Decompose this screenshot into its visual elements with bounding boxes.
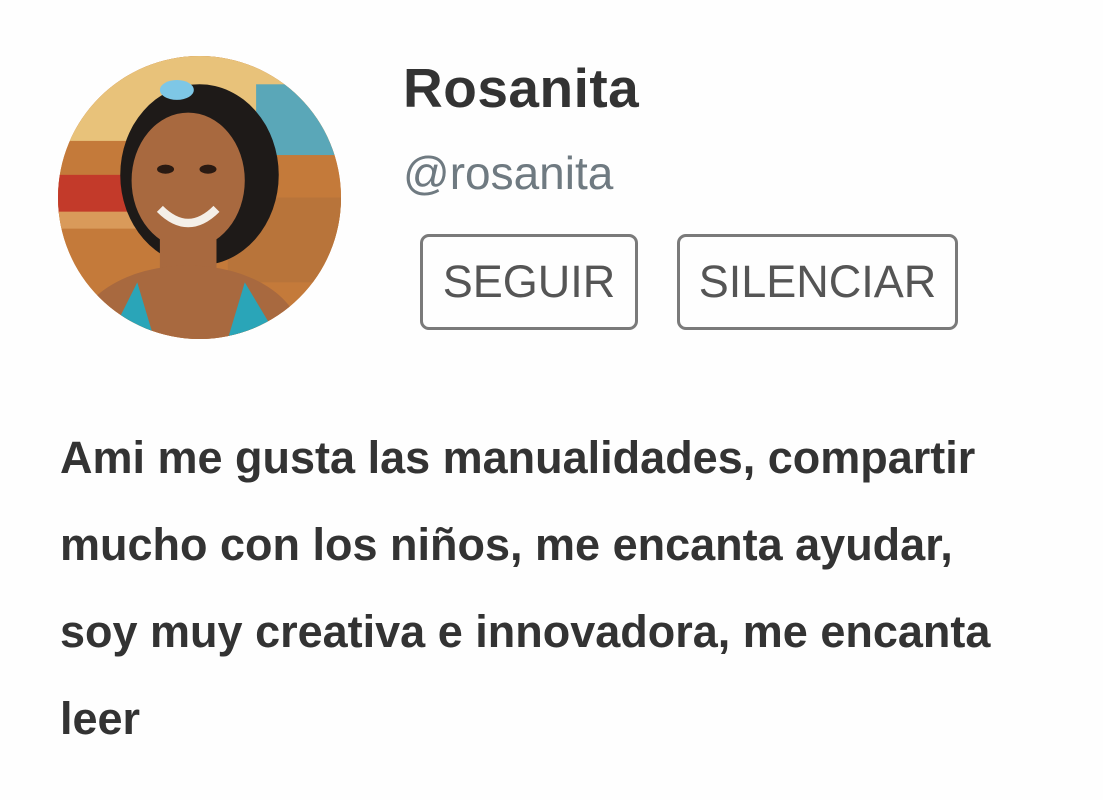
- follow-button[interactable]: SEGUIR: [420, 234, 638, 330]
- profile-card: Rosanita @rosanita SEGUIR SILENCIAR Ami …: [0, 0, 1103, 800]
- mute-button[interactable]: SILENCIAR: [677, 234, 958, 330]
- display-name: Rosanita: [403, 57, 640, 119]
- avatar[interactable]: [58, 56, 341, 339]
- profile-bio: Ami me gusta las manualidades, compartir…: [60, 432, 991, 744]
- username-handle: @rosanita: [403, 147, 614, 199]
- avatar-image: [58, 56, 341, 339]
